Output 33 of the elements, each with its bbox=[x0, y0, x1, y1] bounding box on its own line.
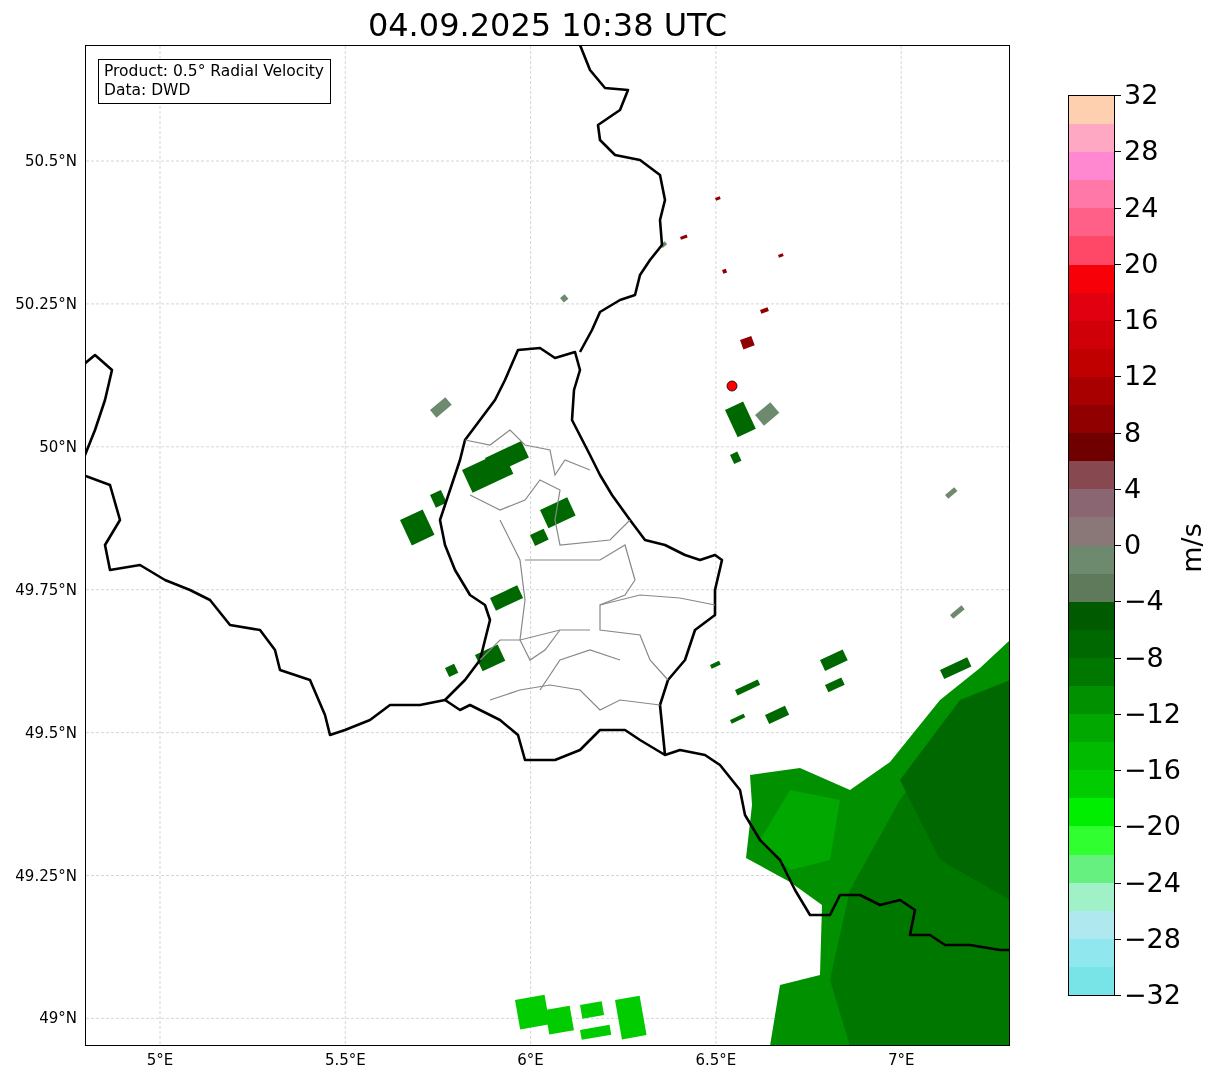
latitude-label: 50°N bbox=[39, 437, 77, 456]
colorbar-tick-label: 32 bbox=[1124, 80, 1159, 110]
longitude-label: 6.5°E bbox=[695, 1051, 737, 1069]
colorbar-tick-label: 24 bbox=[1124, 192, 1159, 223]
colorbar-tick-label: 4 bbox=[1124, 473, 1142, 504]
colorbar-tick-label: 0 bbox=[1124, 530, 1142, 560]
colorbar-tick-label: −4 bbox=[1124, 586, 1164, 617]
chart-title: 04.09.2025 10:38 UTC bbox=[367, 5, 728, 45]
colorbar-tick-label: −8 bbox=[1124, 642, 1164, 673]
longitude-label: 6°E bbox=[517, 1051, 544, 1069]
colorbar-tick-label: 20 bbox=[1124, 248, 1159, 279]
latitude-label: 50.5°N bbox=[24, 152, 77, 170]
latitude-label: 50.25°N bbox=[15, 294, 77, 313]
colorbar-tick-label: −12 bbox=[1124, 698, 1181, 729]
colorbar-label: m/s bbox=[1175, 523, 1207, 573]
colorbar-tick-label: −24 bbox=[1124, 867, 1181, 898]
colorbar-tick-label: 28 bbox=[1124, 136, 1159, 167]
latitude-label: 49°N bbox=[39, 1009, 77, 1028]
info-box: Product: 0.5° Radial Velocity Data: DWD bbox=[98, 59, 331, 104]
latitude-label: 49.5°N bbox=[24, 723, 77, 742]
latitude-label: 49.25°N bbox=[15, 866, 77, 885]
radar-site-marker bbox=[726, 380, 738, 392]
longitude-label: 5.5°E bbox=[324, 1051, 366, 1069]
colorbar-tick-label: −16 bbox=[1124, 755, 1181, 785]
colorbar-tick-label: 12 bbox=[1124, 361, 1159, 392]
longitude-label: 7°E bbox=[887, 1051, 915, 1069]
latitude-label: 49.75°N bbox=[15, 580, 77, 599]
colorbar-tick-label: −20 bbox=[1124, 811, 1181, 842]
colorbar-tick-label: −28 bbox=[1124, 923, 1181, 954]
colorbar-tick-label: 16 bbox=[1124, 305, 1159, 335]
colorbar-tick-label: −32 bbox=[1124, 980, 1181, 1010]
colorbar-tick-label: 8 bbox=[1124, 417, 1142, 448]
longitude-label: 5°E bbox=[146, 1051, 174, 1069]
